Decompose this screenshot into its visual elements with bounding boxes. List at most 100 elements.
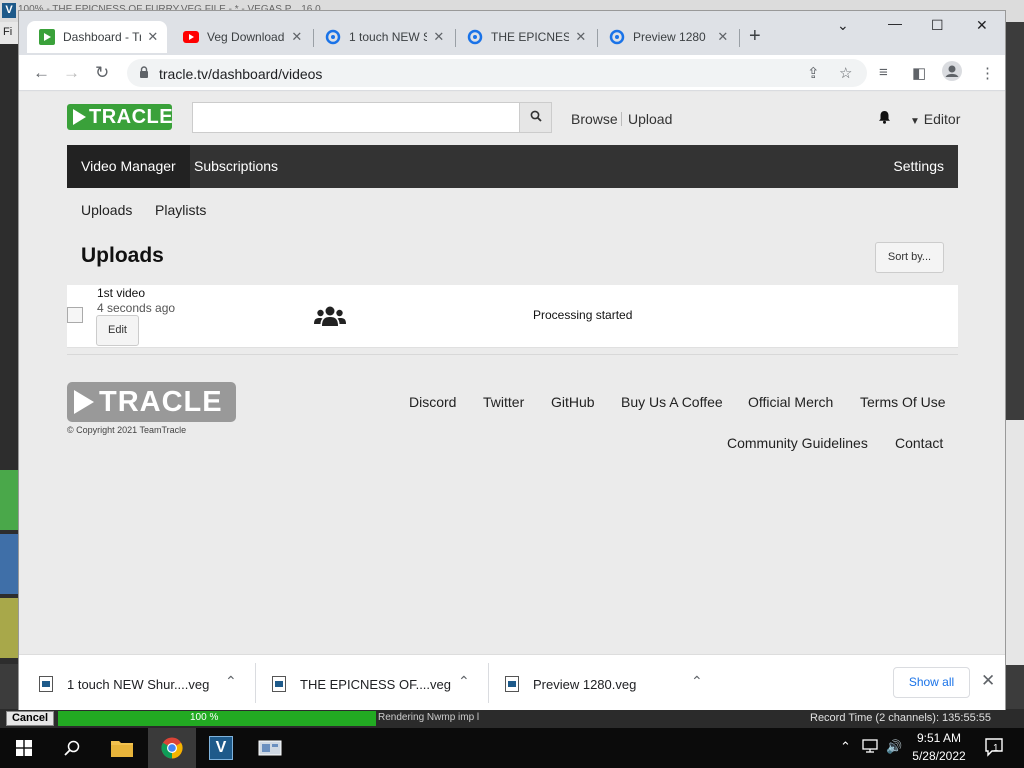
minimize-icon[interactable]: — <box>888 15 902 31</box>
swirl-icon <box>609 29 625 45</box>
footer-link-buy-us-a-coffee[interactable]: Buy Us A Coffee <box>621 394 723 410</box>
users-icon <box>314 306 346 326</box>
download-item[interactable]: THE EPICNESS OF....veg ⌃ <box>252 655 485 711</box>
subnav-uploads[interactable]: Uploads <box>81 202 132 218</box>
close-window-icon[interactable]: ✕ <box>976 17 988 34</box>
forward-arrow-icon[interactable]: → <box>63 63 80 83</box>
tab-title: THE EPICNESS <box>491 30 569 44</box>
folder-icon <box>111 741 133 757</box>
tab-dashboard[interactable]: Dashboard - Tracle ✕ <box>27 21 167 53</box>
vegas-track-3[interactable] <box>0 598 18 658</box>
reload-icon[interactable]: ↻ <box>95 63 109 83</box>
vegas-track-1[interactable] <box>0 470 18 530</box>
tab-title: Preview 1280 <box>633 30 706 44</box>
tab-preview-1280[interactable]: Preview 1280 ✕ <box>597 21 737 53</box>
tab-subscriptions[interactable]: Subscriptions <box>180 145 292 188</box>
bell-icon[interactable] <box>878 110 891 127</box>
editor-menu[interactable]: ▼ Editor <box>910 111 960 127</box>
footer-link-terms-of-use[interactable]: Terms Of Use <box>860 394 946 410</box>
render-progress-text: 100 % <box>190 712 219 723</box>
maximize-icon[interactable]: ☐ <box>931 17 944 34</box>
address-bar[interactable]: tracle.tv/dashboard/videos ⇪ ☆ <box>127 59 867 87</box>
youtube-icon <box>183 29 199 45</box>
tracle-logo[interactable]: TRACLE <box>67 104 173 130</box>
chevron-up-icon[interactable]: ⌃ <box>840 739 851 755</box>
more-menu-icon[interactable]: ⋮ <box>980 64 995 82</box>
subnav-playlists[interactable]: Playlists <box>155 202 206 218</box>
footer-link-community-guidelines[interactable]: Community Guidelines <box>727 435 868 451</box>
search-icon <box>64 740 80 756</box>
file-explorer-button[interactable] <box>98 728 146 768</box>
edit-button[interactable]: Edit <box>96 315 139 346</box>
search-input[interactable] <box>192 102 520 133</box>
editor-label: Editor <box>923 111 961 127</box>
close-icon[interactable]: ✕ <box>981 671 995 691</box>
tab-the-epicness[interactable]: THE EPICNESS ✕ <box>455 21 595 53</box>
close-icon[interactable]: ✕ <box>717 29 729 45</box>
tab-video-manager[interactable]: Video Manager <box>67 145 190 188</box>
tab-veg-download[interactable]: Veg Download ✕ <box>171 21 311 53</box>
vegas-app-icon: V <box>209 736 233 760</box>
video-status: Processing started <box>533 308 633 322</box>
search-button[interactable] <box>519 102 552 133</box>
vegas-right-scrollbar[interactable] <box>1006 420 1024 665</box>
footer-link-github[interactable]: GitHub <box>551 394 595 410</box>
page-title: Uploads <box>81 244 164 267</box>
close-icon[interactable]: ✕ <box>433 29 445 45</box>
windows-taskbar: V ⌃ 🔊 9:51 AM 5/28/2022 1 <box>0 728 1024 768</box>
chrome-taskbar-button[interactable] <box>148 728 196 768</box>
header-divider <box>621 112 622 126</box>
back-arrow-icon[interactable]: ← <box>33 63 50 83</box>
footer-link-contact[interactable]: Contact <box>895 435 943 451</box>
dashboard-navbar: Video Manager Subscriptions Settings <box>67 145 958 188</box>
vegas-taskbar-button[interactable]: V <box>197 728 245 768</box>
content-divider <box>67 354 958 355</box>
footer-link-discord[interactable]: Discord <box>409 394 456 410</box>
profile-avatar-icon[interactable] <box>942 61 962 85</box>
clock-time[interactable]: 9:51 AM <box>913 731 965 745</box>
play-icon <box>73 109 86 125</box>
vegas-file-menu[interactable]: Fi <box>0 22 18 44</box>
show-all-button[interactable]: Show all <box>893 667 970 698</box>
sort-by-button[interactable]: Sort by... <box>875 242 944 273</box>
footer-logo[interactable]: TRACLE <box>67 382 236 422</box>
video-title[interactable]: 1st video <box>97 286 145 300</box>
share-icon[interactable]: ⇪ <box>807 64 820 82</box>
upload-link[interactable]: Upload <box>628 111 672 127</box>
chevron-up-icon[interactable]: ⌃ <box>691 673 703 690</box>
footer-link-twitter[interactable]: Twitter <box>483 394 524 410</box>
close-icon[interactable]: ✕ <box>575 29 587 45</box>
tab-settings[interactable]: Settings <box>879 145 958 188</box>
close-icon[interactable]: ✕ <box>147 29 159 45</box>
web-page: TRACLE Browse Upload ▼ Editor Video Mana… <box>19 92 1005 654</box>
browse-link[interactable]: Browse <box>571 111 618 127</box>
volume-icon[interactable]: 🔊 <box>886 739 902 755</box>
new-tab-plus-icon[interactable]: + <box>749 26 761 46</box>
search-icon <box>530 110 542 122</box>
download-item[interactable]: 1 touch NEW Shur....veg ⌃ <box>19 655 252 711</box>
tab-1-touch[interactable]: 1 touch NEW Shurikan ✕ <box>313 21 453 53</box>
vegas-app-icon: V <box>2 3 16 18</box>
tab-title: 1 touch NEW Shurikan <box>349 30 427 44</box>
control-panel-taskbar-button[interactable] <box>246 728 294 768</box>
chevron-up-icon[interactable]: ⌃ <box>225 673 237 690</box>
start-button[interactable] <box>0 728 48 768</box>
notifications-icon[interactable]: 1 <box>984 737 1004 760</box>
clock-date[interactable]: 5/28/2022 <box>909 749 969 763</box>
search-taskbar-button[interactable] <box>48 728 96 768</box>
side-panel-icon[interactable]: ◧ <box>912 64 926 82</box>
close-icon[interactable]: ✕ <box>291 29 303 45</box>
render-cancel-button[interactable]: Cancel <box>6 711 54 726</box>
media-controls-icon[interactable]: ≡ <box>879 64 888 81</box>
download-filename: 1 touch NEW Shur....veg <box>67 677 210 692</box>
download-item[interactable]: Preview 1280.veg ⌃ <box>485 655 718 711</box>
video-thumbnail[interactable] <box>67 307 83 323</box>
download-filename: Preview 1280.veg <box>533 677 637 692</box>
chevron-up-icon[interactable]: ⌃ <box>458 673 470 690</box>
footer-link-official-merch[interactable]: Official Merch <box>748 394 833 410</box>
vegas-track-2[interactable] <box>0 534 18 594</box>
tab-search-chevron-icon[interactable]: ⌄ <box>837 17 849 34</box>
control-panel-icon <box>258 740 282 756</box>
network-icon[interactable] <box>862 739 878 756</box>
bookmark-star-icon[interactable]: ☆ <box>839 64 852 82</box>
